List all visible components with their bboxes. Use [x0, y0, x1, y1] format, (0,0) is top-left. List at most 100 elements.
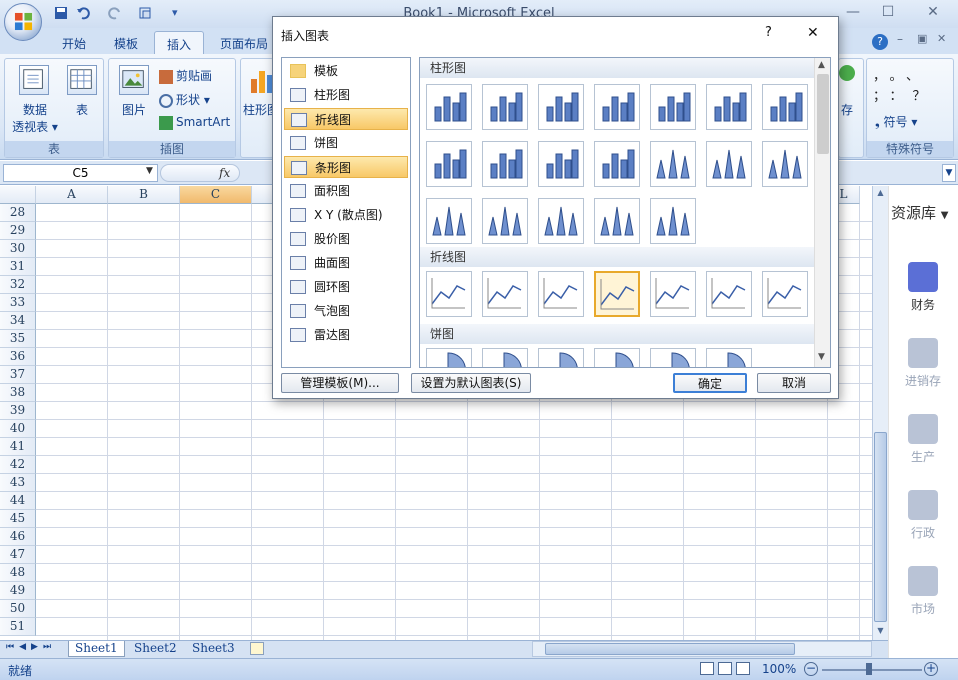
manage-templates-button[interactable]: 管理模板(M)...	[281, 373, 399, 393]
symbol-comma[interactable]: ，	[873, 69, 890, 84]
chart-type-item[interactable]: 折线图	[284, 108, 408, 130]
cone-chart-thumbnail[interactable]	[650, 198, 696, 244]
column-chart-thumbnail[interactable]	[650, 84, 696, 130]
symbol-semicolon[interactable]: ；	[873, 89, 890, 104]
side-item-4[interactable]: 市场	[900, 566, 946, 617]
chart-type-item[interactable]: 雷达图	[284, 324, 408, 346]
column-chart-thumbnail[interactable]	[426, 84, 472, 130]
expand-formula-bar-button[interactable]: ▼	[942, 164, 956, 182]
column-chart-thumbnail[interactable]	[594, 141, 640, 187]
help-icon[interactable]: ?	[872, 34, 888, 50]
chart-type-item[interactable]: 圆环图	[284, 276, 408, 298]
cone-chart-thumbnail[interactable]	[762, 141, 808, 187]
name-box-dropdown-icon[interactable]: ▼	[146, 166, 153, 176]
select-all-corner[interactable]	[0, 186, 36, 204]
row-header[interactable]: 31	[0, 258, 36, 276]
shapes-button[interactable]: 形状 ▾	[159, 91, 233, 109]
sheet-nav-arrows[interactable]: ⏮◀▶⏭	[6, 642, 56, 652]
cone-chart-thumbnail[interactable]	[706, 141, 752, 187]
row-header[interactable]: 32	[0, 276, 36, 294]
sheet-tab-3[interactable]: Sheet3	[186, 641, 241, 657]
chart-type-item[interactable]: 柱形图	[284, 84, 408, 106]
line-chart-thumbnail[interactable]	[706, 271, 752, 317]
row-header[interactable]: 34	[0, 312, 36, 330]
cone-chart-thumbnail[interactable]	[594, 198, 640, 244]
symbol-period[interactable]: 。	[890, 69, 907, 84]
side-item-1[interactable]: 进销存	[900, 338, 946, 389]
dialog-close-button[interactable]: ✕	[807, 25, 819, 41]
clipart-button[interactable]: 剪贴画	[159, 67, 233, 85]
page-layout-view-icon[interactable]	[718, 662, 732, 675]
row-header[interactable]: 48	[0, 564, 36, 582]
side-item-0[interactable]: 财务	[900, 262, 946, 313]
column-chart-thumbnail[interactable]	[706, 84, 752, 130]
tab-templates[interactable]: 模板	[102, 31, 150, 55]
row-header[interactable]: 33	[0, 294, 36, 312]
minimize-button[interactable]: —	[838, 4, 868, 24]
column-chart-thumbnail[interactable]	[482, 141, 528, 187]
page-break-view-icon[interactable]	[736, 662, 750, 675]
zoom-out-icon[interactable]: −	[804, 662, 818, 676]
ribbon-minimize-button[interactable]: –	[897, 32, 903, 46]
line-chart-thumbnail[interactable]	[594, 271, 640, 317]
row-header[interactable]: 40	[0, 420, 36, 438]
line-chart-thumbnail[interactable]	[538, 271, 584, 317]
row-header[interactable]: 50	[0, 600, 36, 618]
line-chart-thumbnail[interactable]	[762, 271, 808, 317]
row-header[interactable]: 44	[0, 492, 36, 510]
chart-type-item[interactable]: 模板	[284, 60, 408, 82]
sheet-tab-1[interactable]: Sheet1	[68, 641, 125, 657]
row-header[interactable]: 43	[0, 474, 36, 492]
tab-home[interactable]: 开始	[50, 31, 98, 55]
zoom-level[interactable]: 100%	[762, 662, 796, 676]
symbol-enum-comma[interactable]: 、	[906, 69, 929, 84]
zoom-slider[interactable]	[822, 669, 922, 671]
chart-type-item[interactable]: 曲面图	[284, 252, 408, 274]
tab-page-layout[interactable]: 页面布局	[208, 31, 280, 55]
cone-chart-thumbnail[interactable]	[426, 198, 472, 244]
dialog-help-button[interactable]: ?	[765, 25, 772, 40]
ribbon-restore-button[interactable]: ▣	[917, 32, 927, 45]
name-box[interactable]: C5	[3, 164, 158, 182]
row-header[interactable]: 47	[0, 546, 36, 564]
vertical-scrollbar[interactable]: ▲ ▼	[872, 186, 888, 640]
chart-type-item[interactable]: 股价图	[284, 228, 408, 250]
pie-chart-thumbnail[interactable]	[706, 348, 752, 367]
column-chart-thumbnail[interactable]	[538, 141, 584, 187]
chart-type-item[interactable]: 面积图	[284, 180, 408, 202]
column-header[interactable]: C	[180, 186, 252, 204]
side-panel-title[interactable]: 资源库 ▼	[891, 202, 949, 223]
row-header[interactable]: 38	[0, 384, 36, 402]
chart-type-item[interactable]: 饼图	[284, 132, 408, 154]
pie-chart-thumbnail[interactable]	[538, 348, 584, 367]
row-header[interactable]: 36	[0, 348, 36, 366]
zoom-slider-thumb[interactable]	[866, 663, 872, 675]
chart-type-item[interactable]: 气泡图	[284, 300, 408, 322]
row-header[interactable]: 51	[0, 618, 36, 636]
table-button[interactable]: 表	[67, 101, 97, 118]
horizontal-scrollbar[interactable]	[532, 641, 872, 657]
row-header[interactable]: 37	[0, 366, 36, 384]
pie-chart-thumbnail[interactable]	[426, 348, 472, 367]
row-header[interactable]: 30	[0, 240, 36, 258]
pie-chart-thumbnail[interactable]	[650, 348, 696, 367]
column-chart-thumbnail[interactable]	[538, 84, 584, 130]
side-item-2[interactable]: 生产	[900, 414, 946, 465]
column-chart-thumbnail[interactable]	[594, 84, 640, 130]
cone-chart-thumbnail[interactable]	[538, 198, 584, 244]
smartart-button[interactable]: SmartArt	[159, 115, 233, 133]
gallery-scrollbar[interactable]: ▲ ▼	[814, 58, 830, 367]
column-chart-thumbnail[interactable]	[482, 84, 528, 130]
column-header[interactable]: B	[108, 186, 180, 204]
chart-type-list[interactable]: 模板 柱形图 折线图 饼图 条形图 面积图 X Y (散点图) 股价图 曲面图 圆环图 气泡图 雷达图	[281, 57, 411, 368]
tab-insert[interactable]: 插入	[154, 31, 205, 55]
symbol-colon[interactable]: ：	[890, 89, 913, 104]
gallery-scroll-thumb[interactable]	[817, 74, 829, 154]
side-item-3[interactable]: 行政	[900, 490, 946, 541]
chart-gallery[interactable]: 柱形图 折线图 饼图 ▲ ▼	[419, 57, 831, 368]
cone-chart-thumbnail[interactable]	[650, 141, 696, 187]
row-header[interactable]: 49	[0, 582, 36, 600]
chart-type-item[interactable]: X Y (散点图)	[284, 204, 408, 226]
scroll-thumb[interactable]	[874, 432, 887, 622]
gallery-scroll-down-icon[interactable]: ▼	[818, 352, 825, 362]
